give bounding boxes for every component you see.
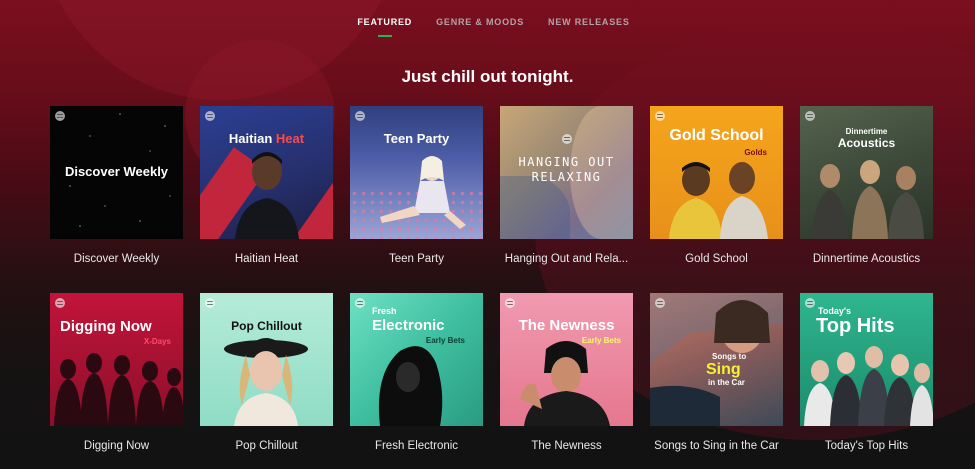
cover-title: Discover Weekly: [64, 164, 169, 179]
playlist-title[interactable]: Dinnertime Acoustics: [800, 253, 933, 265]
playlist-card-fresh-electronic[interactable]: Fresh Electronic Early Bets Fresh Electr…: [350, 293, 483, 469]
playlist-card-pop-chillout[interactable]: Pop Chillout Pop Chillout: [200, 293, 333, 469]
spotify-logo-icon: [355, 111, 365, 121]
cover-art: [380, 156, 466, 229]
spotify-logo-icon: [655, 111, 665, 121]
playlist-title[interactable]: Fresh Electronic: [350, 440, 483, 452]
playlist-cover[interactable]: Gold School Golds: [650, 106, 783, 239]
playlist-title[interactable]: Digging Now: [50, 440, 183, 452]
spotify-logo-icon: [805, 111, 815, 121]
cover-art: [500, 176, 570, 239]
playlist-cover[interactable]: The Newness Early Bets: [500, 293, 633, 426]
playlist-title[interactable]: Gold School: [650, 253, 783, 265]
cover-title: in the Car: [708, 378, 745, 387]
playlist-title[interactable]: Hanging Out and Rela...: [500, 253, 633, 265]
playlist-card-gold-school[interactable]: Gold School Golds Gold School: [650, 106, 783, 293]
cover-title: Digging Now: [60, 318, 152, 335]
cover-art: [378, 346, 443, 426]
cover-subtitle: Early Bets: [425, 336, 465, 345]
cover-title: HANGING OUT RELAXING: [518, 155, 615, 184]
spotify-logo-icon: [562, 134, 572, 144]
cover-subtitle: X-Days: [143, 337, 171, 346]
playlist-card-songs-to-sing-in-the-car[interactable]: Songs to Sing in the Car Songs to Sing i…: [650, 293, 783, 469]
cover-art: [224, 338, 308, 426]
cover-title: The Newness: [518, 317, 615, 334]
cover-subtitle: Golds: [744, 148, 767, 157]
playlist-title[interactable]: The Newness: [500, 440, 633, 452]
cover-title: Gold School: [669, 127, 764, 144]
playlist-cover[interactable]: Digging Now X-Days: [50, 293, 183, 426]
playlist-card-todays-top-hits[interactable]: Today's Top Hits Today's Top Hits: [800, 293, 933, 469]
playlist-cover[interactable]: Pop Chillout: [200, 293, 333, 426]
spotify-logo-icon: [505, 298, 515, 308]
playlist-card-haitian-heat[interactable]: Haitian Heat Haitian Heat: [200, 106, 333, 293]
cover-art: [520, 341, 610, 426]
playlist-title[interactable]: Discover Weekly: [50, 253, 183, 265]
playlist-cover[interactable]: Dinnertime Acoustics: [800, 106, 933, 239]
cover-title: Teen Party: [383, 131, 450, 146]
cover-title: Dinnertime: [845, 127, 888, 136]
spotify-logo-icon: [805, 298, 815, 308]
cover-title: Songs to: [712, 352, 747, 361]
cover-art: [804, 346, 933, 426]
playlist-card-teen-party[interactable]: Teen Party Teen Party: [350, 106, 483, 293]
playlist-cover[interactable]: Discover Weekly: [50, 106, 183, 239]
tab-featured[interactable]: FEATURED: [357, 17, 412, 33]
playlist-cover[interactable]: Haitian Heat: [200, 106, 333, 239]
playlist-title[interactable]: Songs to Sing in the Car: [650, 440, 783, 452]
cover-art: [812, 160, 924, 239]
browse-tabs: FEATURED GENRE & MOODS NEW RELEASES: [0, 17, 975, 33]
cover-art: [235, 152, 299, 239]
cover-title: Electronic: [372, 317, 445, 334]
cover-art: [54, 353, 183, 426]
playlist-cover[interactable]: Fresh Electronic Early Bets: [350, 293, 483, 426]
spotify-logo-icon: [355, 298, 365, 308]
cover-subtitle: Early Bets: [581, 336, 621, 345]
tab-genre-moods[interactable]: GENRE & MOODS: [436, 17, 524, 33]
cover-art: [669, 162, 768, 239]
playlist-cover[interactable]: HANGING OUT RELAXING: [500, 106, 633, 239]
playlist-card-the-newness[interactable]: The Newness Early Bets The Newness: [500, 293, 633, 469]
spotify-logo-icon: [655, 298, 665, 308]
spotify-logo-icon: [205, 298, 215, 308]
cover-title: Acoustics: [837, 136, 896, 150]
cover-title: Top Hits: [816, 315, 895, 337]
spotify-logo-icon: [55, 298, 65, 308]
playlist-card-discover-weekly[interactable]: Discover Weekly Discover Weekly: [50, 106, 183, 293]
playlist-title[interactable]: Haitian Heat: [200, 253, 333, 265]
playlist-card-hanging-out-relaxing[interactable]: HANGING OUT RELAXING Hanging Out and Rel…: [500, 106, 633, 293]
playlist-card-dinnertime-acoustics[interactable]: Dinnertime Acoustics Dinnertime Acoustic…: [800, 106, 933, 293]
spotify-logo-icon: [55, 111, 65, 121]
playlist-card-digging-now[interactable]: Digging Now X-Days Digging Now: [50, 293, 183, 469]
cover-title: Haitian Heat: [228, 131, 305, 146]
cover-title: Pop Chillout: [231, 319, 302, 333]
playlist-grid: Discover Weekly Discover Weekly Haitian …: [50, 106, 933, 469]
cover-title: Sing: [706, 361, 741, 378]
playlist-title[interactable]: Teen Party: [350, 253, 483, 265]
cover-title: Fresh: [372, 306, 397, 316]
playlist-title[interactable]: Today's Top Hits: [800, 440, 933, 452]
spotify-logo-icon: [205, 111, 215, 121]
playlist-cover[interactable]: Teen Party: [350, 106, 483, 239]
playlist-cover[interactable]: Today's Top Hits: [800, 293, 933, 426]
section-headline: Just chill out tonight.: [401, 67, 574, 86]
playlist-title[interactable]: Pop Chillout: [200, 440, 333, 452]
playlist-cover[interactable]: Songs to Sing in the Car: [650, 293, 783, 426]
tab-new-releases[interactable]: NEW RELEASES: [548, 17, 630, 33]
